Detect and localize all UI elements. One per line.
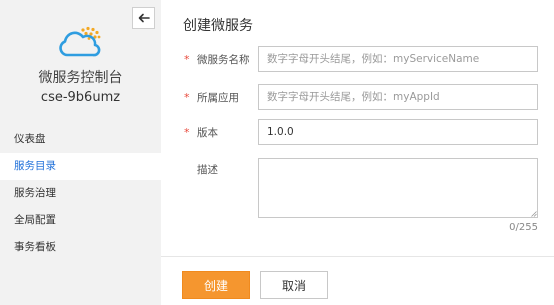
sidebar-item-service-governance[interactable]: 服务治理 bbox=[0, 180, 161, 207]
description-row: 描述 0/255 bbox=[161, 158, 554, 238]
required-mark: * bbox=[184, 53, 190, 66]
version-input[interactable] bbox=[258, 119, 538, 145]
sidebar-nav: 仪表盘 服务目录 服务治理 全局配置 事务看板 bbox=[0, 126, 161, 261]
service-name-label: 微服务名称 bbox=[197, 54, 250, 66]
sidebar-item-dashboard[interactable]: 仪表盘 bbox=[0, 126, 161, 153]
description-textarea[interactable] bbox=[258, 158, 538, 218]
arrow-left-icon bbox=[138, 13, 150, 23]
instance-name: cse-9b6umz bbox=[40, 90, 121, 105]
description-counter: 0/255 bbox=[509, 222, 538, 233]
sidebar-item-global-config[interactable]: 全局配置 bbox=[0, 207, 161, 234]
required-mark: * bbox=[184, 91, 190, 104]
create-button[interactable]: 创建 bbox=[182, 271, 250, 299]
app-label: 所属应用 bbox=[197, 92, 239, 104]
description-label: 描述 bbox=[197, 164, 218, 176]
cloud-logo-icon bbox=[59, 26, 101, 57]
app-input[interactable] bbox=[258, 84, 538, 110]
back-button[interactable] bbox=[132, 7, 155, 29]
service-name-input[interactable] bbox=[258, 46, 538, 72]
footer-divider bbox=[161, 256, 554, 257]
sidebar: 微服务控制台 cse-9b6umz 仪表盘 服务目录 服务治理 全局配置 事务看… bbox=[0, 0, 161, 305]
sidebar-item-transaction-board[interactable]: 事务看板 bbox=[0, 234, 161, 261]
console-title: 微服务控制台 bbox=[38, 70, 123, 86]
version-label: 版本 bbox=[197, 127, 218, 139]
page-title: 创建微服务 bbox=[183, 18, 253, 34]
version-row: * 版本 bbox=[161, 119, 554, 145]
sidebar-item-service-catalog[interactable]: 服务目录 bbox=[0, 153, 161, 180]
required-mark: * bbox=[184, 126, 190, 139]
cancel-button[interactable]: 取消 bbox=[260, 271, 328, 299]
app-row: * 所属应用 bbox=[161, 84, 554, 110]
create-service-form: 创建微服务 * 微服务名称 * 所属应用 * 版本 描述 0/255 创建 取消 bbox=[161, 0, 554, 305]
resize-grip-icon[interactable] bbox=[531, 211, 537, 217]
service-name-row: * 微服务名称 bbox=[161, 46, 554, 72]
